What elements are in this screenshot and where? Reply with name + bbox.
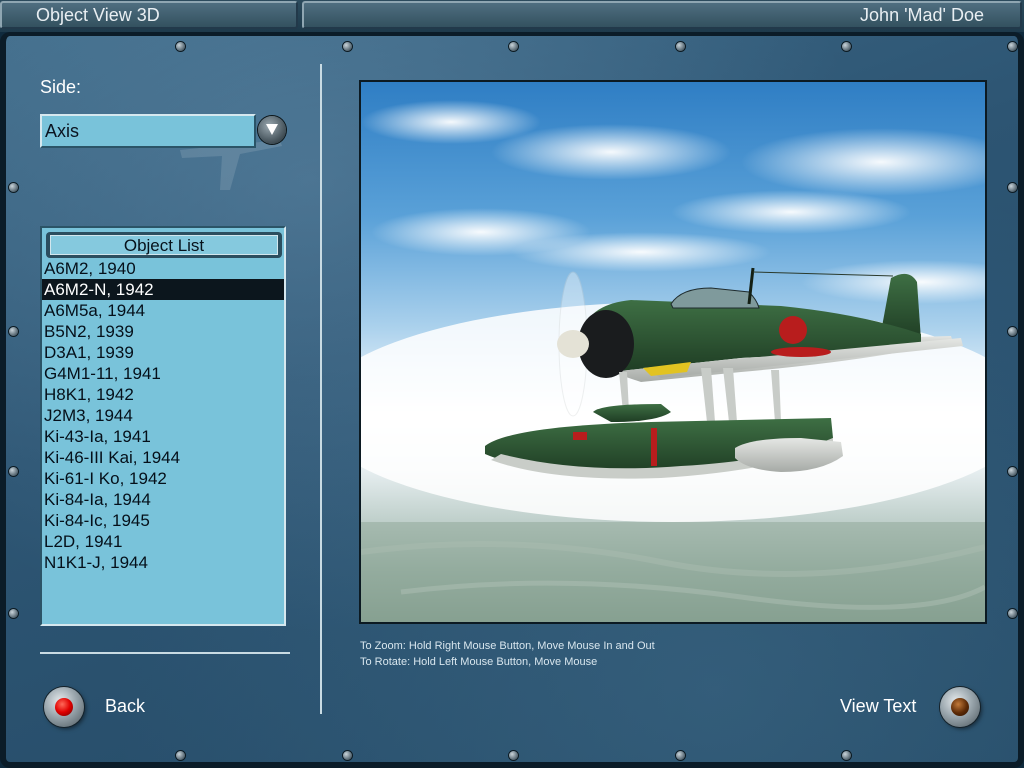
red-lamp-icon <box>55 698 73 716</box>
list-item[interactable]: N1K1-J, 1944 <box>42 552 284 573</box>
view-text-button[interactable] <box>940 687 980 727</box>
list-item[interactable]: Ki-61-I Ko, 1942 <box>42 468 284 489</box>
list-item[interactable]: Ki-84-Ia, 1944 <box>42 489 284 510</box>
rivet-icon <box>343 42 352 51</box>
list-item-selected[interactable]: A6M2-N, 1942 <box>42 279 284 300</box>
rivet-icon <box>1008 183 1017 192</box>
object-list-header: Object List <box>46 232 282 258</box>
rivet-icon <box>9 183 18 192</box>
rivet-icon <box>1008 467 1017 476</box>
list-item[interactable]: H8K1, 1942 <box>42 384 284 405</box>
seaplane-render <box>361 100 985 622</box>
object-list-items: A6M2, 1940 A6M2-N, 1942 A6M5a, 1944 B5N2… <box>42 258 284 573</box>
chevron-down-icon[interactable] <box>258 116 286 144</box>
side-label: Side: <box>40 77 82 97</box>
rivet-icon <box>343 751 352 760</box>
list-item[interactable]: Ki-46-III Kai, 1944 <box>42 447 284 468</box>
divider <box>40 652 290 654</box>
rivet-icon <box>676 751 685 760</box>
view-text-label[interactable]: View Text <box>840 696 916 717</box>
rivet-icon <box>676 42 685 51</box>
list-item[interactable]: D3A1, 1939 <box>42 342 284 363</box>
rivet-icon <box>509 751 518 760</box>
back-button[interactable] <box>44 687 84 727</box>
list-item[interactable]: J2M3, 1944 <box>42 405 284 426</box>
title-bar: Object View 3D John 'Mad' Doe <box>0 0 1024 32</box>
rivet-icon <box>509 42 518 51</box>
rivet-icon <box>1008 327 1017 336</box>
rivet-icon <box>842 751 851 760</box>
list-item[interactable]: A6M5a, 1944 <box>42 300 284 321</box>
list-item[interactable]: G4M1-11, 1941 <box>42 363 284 384</box>
back-label[interactable]: Back <box>105 696 145 717</box>
list-item[interactable]: A6M2, 1940 <box>42 258 284 279</box>
rivet-icon <box>9 467 18 476</box>
rivet-icon <box>9 327 18 336</box>
rivet-icon <box>842 42 851 51</box>
rivet-icon <box>9 609 18 618</box>
rivet-icon <box>1008 609 1017 618</box>
side-select[interactable]: Axis <box>40 114 256 148</box>
divider <box>320 64 322 714</box>
dropdown-arrow <box>266 124 278 135</box>
rivet-icon <box>1008 42 1017 51</box>
object-view-screen: Object View 3D John 'Mad' Doe Side: Axis… <box>0 0 1024 768</box>
user-name: John 'Mad' Doe <box>302 1 1022 29</box>
list-item[interactable]: Ki-84-Ic, 1945 <box>42 510 284 531</box>
object-list[interactable]: Object List A6M2, 1940 A6M2-N, 1942 A6M5… <box>40 226 286 626</box>
zoom-hint: To Zoom: Hold Right Mouse Button, Move M… <box>360 640 655 652</box>
list-item[interactable]: L2D, 1941 <box>42 531 284 552</box>
list-item[interactable]: B5N2, 1939 <box>42 321 284 342</box>
rotate-hint: To Rotate: Hold Left Mouse Button, Move … <box>360 656 598 668</box>
list-item[interactable]: Ki-43-Ia, 1941 <box>42 426 284 447</box>
rivet-icon <box>176 751 185 760</box>
object-3d-viewport[interactable] <box>359 80 987 624</box>
object-list-title: Object List <box>50 235 278 255</box>
amber-lamp-icon <box>951 698 969 716</box>
screen-title: Object View 3D <box>0 1 298 29</box>
rivet-icon <box>176 42 185 51</box>
